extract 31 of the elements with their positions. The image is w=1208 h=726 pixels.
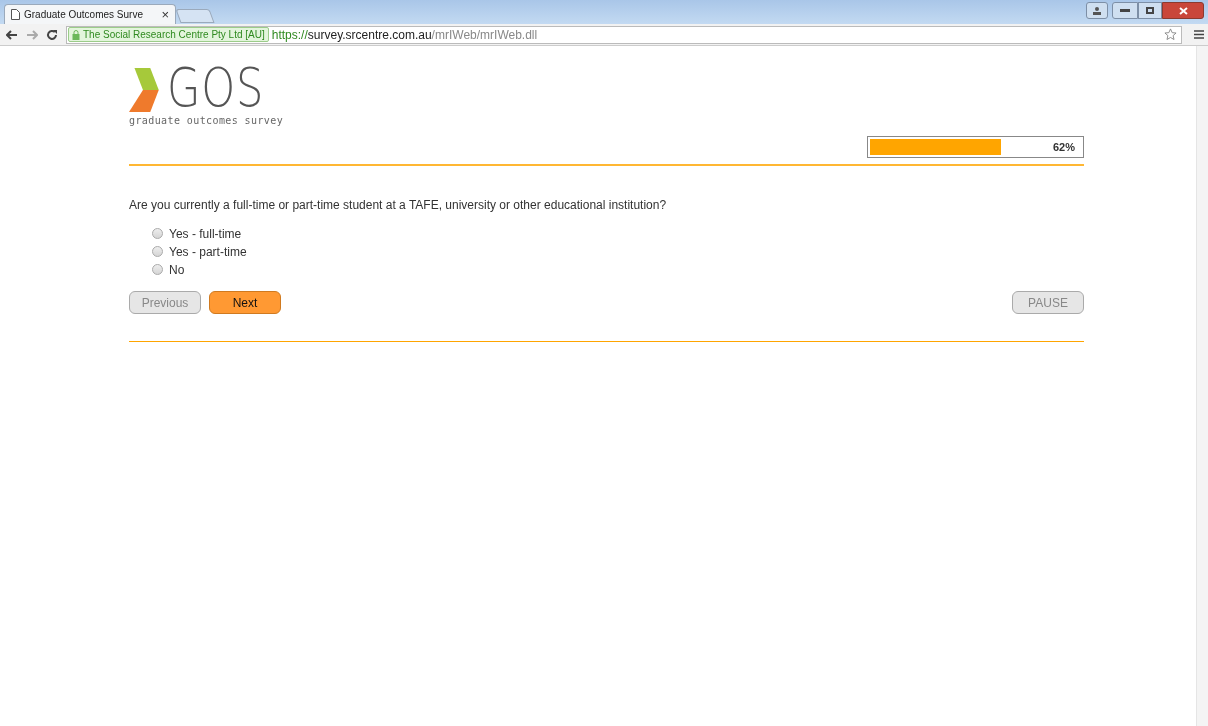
minimize-button[interactable]: [1112, 2, 1138, 19]
radio-button[interactable]: [152, 246, 163, 257]
menu-icon[interactable]: [1194, 30, 1204, 39]
tab-title: Graduate Outcomes Surve: [24, 8, 144, 22]
chevron-logo-icon: [129, 68, 160, 112]
url-text: https://survey.srcentre.com.au/mrIWeb/mrIWeb.dll: [271, 26, 538, 44]
browser-tab[interactable]: Graduate Outcomes Surve ×: [4, 4, 176, 24]
page-icon: [11, 9, 20, 20]
option-label: No: [169, 261, 185, 279]
option-label: Yes - full-time: [169, 225, 242, 243]
user-icon: [1092, 6, 1102, 15]
lock-icon: [72, 29, 80, 40]
security-badge[interactable]: The Social Research Centre Pty Ltd [AU]: [68, 27, 269, 42]
next-button[interactable]: Next: [209, 291, 281, 314]
radio-button[interactable]: [152, 264, 163, 275]
logo-tagline: graduate outcomes survey: [129, 114, 285, 128]
star-icon[interactable]: [1164, 28, 1177, 41]
radio-button[interactable]: [152, 228, 163, 239]
profile-button[interactable]: [1086, 2, 1108, 19]
logo-wordmark: GOS: [167, 61, 265, 115]
reload-icon[interactable]: [46, 28, 58, 41]
close-icon: [1178, 6, 1188, 15]
restore-button[interactable]: [1138, 2, 1162, 19]
option-label: Yes - part-time: [169, 243, 247, 261]
scrollbar[interactable]: [1196, 46, 1208, 726]
close-icon[interactable]: ×: [161, 8, 169, 21]
close-button[interactable]: [1162, 2, 1204, 19]
back-icon[interactable]: [6, 29, 18, 40]
question-text: Are you currently a full-time or part-time student at a TAFE, university or other educational institution?: [129, 197, 668, 214]
progress-reading: 62%: [1052, 139, 1075, 155]
address-bar[interactable]: The Social Research Centre Pty Ltd [AU] https://survey.srcentre.com.au/mrIWeb/mrIWeb.dll: [66, 25, 1182, 44]
